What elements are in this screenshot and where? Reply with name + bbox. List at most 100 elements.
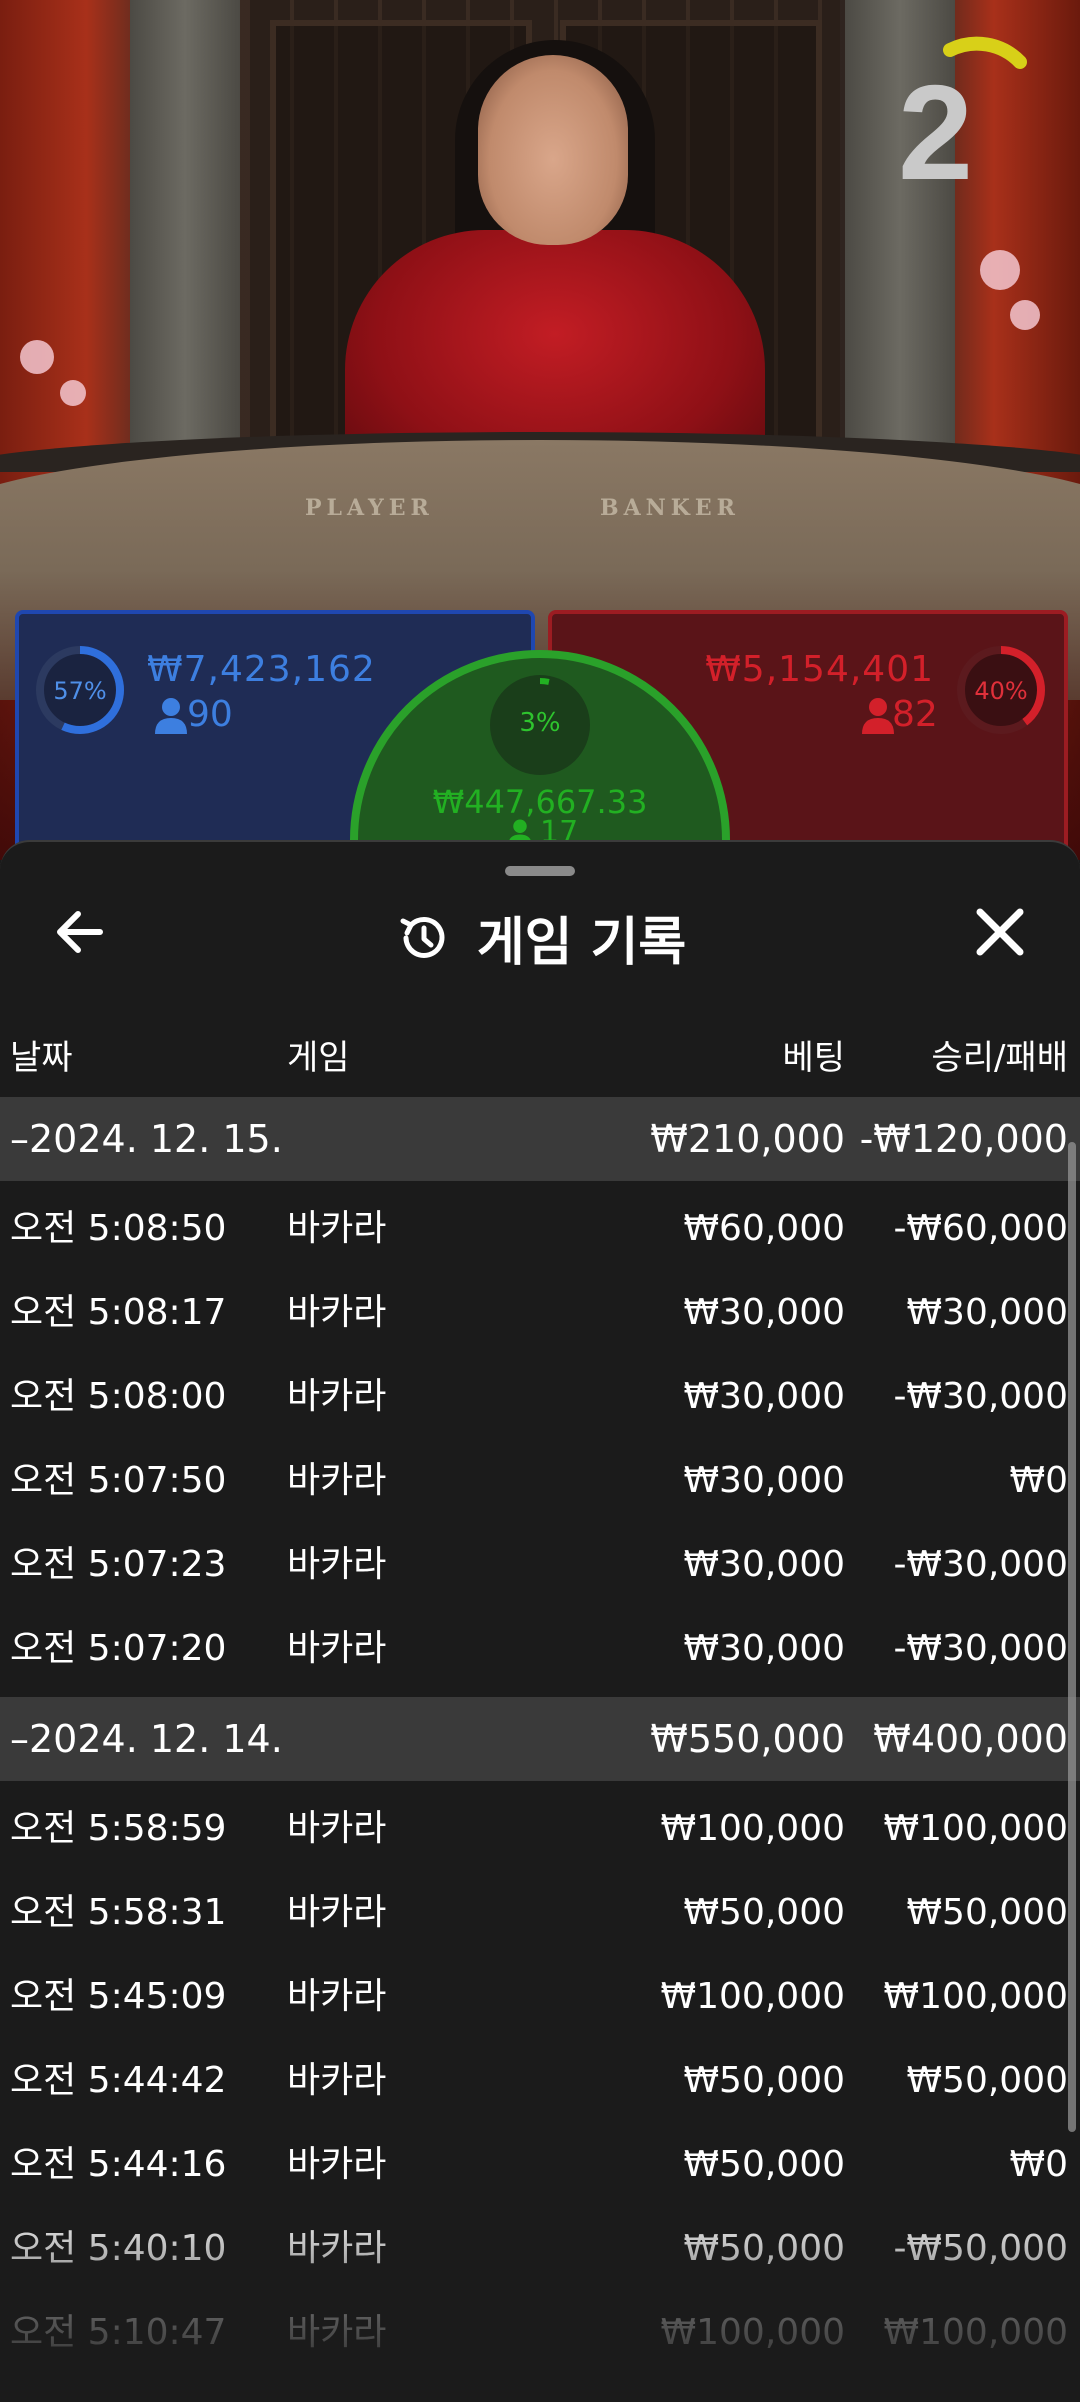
round-result: ₩0 bbox=[1009, 1460, 1069, 1501]
round-game: 바카라 bbox=[287, 1376, 387, 1417]
close-button[interactable] bbox=[960, 892, 1040, 972]
history-row[interactable]: 오전 5:08:00 바카라 ₩30,000 -₩30,000 bbox=[0, 1355, 1080, 1439]
round-game: 바카라 bbox=[287, 1544, 387, 1585]
round-bet: ₩50,000 bbox=[683, 1892, 845, 1933]
blossom-decoration bbox=[1010, 300, 1040, 330]
history-row[interactable]: 오전 5:58:59 바카라 ₩100,000 ₩100,000 bbox=[0, 1787, 1080, 1871]
column-header-date: 날짜 bbox=[10, 1038, 73, 1078]
round-game: 바카라 bbox=[287, 2312, 387, 2353]
round-result: ₩50,000 bbox=[906, 1892, 1068, 1933]
pillar bbox=[130, 0, 240, 470]
round-game: 바카라 bbox=[287, 1208, 387, 1249]
round-result: ₩50,000 bbox=[906, 2060, 1068, 2101]
round-result: ₩0 bbox=[1009, 2144, 1069, 2185]
history-row[interactable]: 오전 5:40:10 바카라 ₩50,000 -₩50,000 bbox=[0, 2207, 1080, 2291]
game-history-sheet: 게임 기록 날짜 게임 베팅 승리/패배 –2024. 12. 15. ₩210… bbox=[0, 840, 1080, 2402]
close-icon bbox=[976, 908, 1024, 956]
round-result: -₩50,000 bbox=[893, 2228, 1068, 2269]
banker-total-amount: ₩5,154,401 bbox=[705, 649, 934, 690]
round-game: 바카라 bbox=[287, 2228, 387, 2269]
banker-count: 82 bbox=[892, 694, 938, 735]
history-row[interactable]: 오전 5:10:47 바카라 ₩100,000 ₩100,000 bbox=[0, 2291, 1080, 2375]
group-date: –2024. 12. 15. bbox=[10, 1117, 283, 1161]
sheet-header: 게임 기록 bbox=[0, 900, 1080, 973]
tie-percent: 3% bbox=[519, 708, 561, 738]
felt-label-banker: BANKER bbox=[600, 495, 740, 521]
dealer-face bbox=[478, 55, 628, 245]
round-game: 바카라 bbox=[287, 1292, 387, 1333]
round-bet: ₩100,000 bbox=[660, 1976, 845, 2017]
history-row[interactable]: 오전 5:07:23 바카라 ₩30,000 -₩30,000 bbox=[0, 1523, 1080, 1607]
round-game: 바카라 bbox=[287, 1892, 387, 1933]
history-row[interactable]: 오전 5:45:09 바카라 ₩100,000 ₩100,000 bbox=[0, 1955, 1080, 2039]
group-bet-total: ₩210,000 bbox=[650, 1117, 845, 1161]
round-game: 바카라 bbox=[287, 1808, 387, 1849]
round-bet: ₩60,000 bbox=[683, 1208, 845, 1249]
person-icon bbox=[151, 696, 191, 736]
round-time: 오전 5:07:20 bbox=[10, 1628, 227, 1669]
round-time: 오전 5:40:10 bbox=[10, 2228, 227, 2269]
countdown-number: 2 bbox=[898, 57, 974, 208]
scrollbar[interactable] bbox=[1068, 1142, 1076, 2132]
column-header-game: 게임 bbox=[287, 1038, 350, 1078]
round-time: 오전 5:10:47 bbox=[10, 2312, 227, 2353]
round-bet: ₩30,000 bbox=[683, 1628, 845, 1669]
round-time: 오전 5:07:50 bbox=[10, 1460, 227, 1501]
group-bet-total: ₩550,000 bbox=[650, 1717, 845, 1761]
round-time: 오전 5:45:09 bbox=[10, 1976, 227, 2017]
felt-label-player: PLAYER bbox=[305, 495, 434, 521]
history-row[interactable]: 오전 5:07:20 바카라 ₩30,000 -₩30,000 bbox=[0, 1607, 1080, 1691]
round-bet: ₩50,000 bbox=[683, 2228, 845, 2269]
group-result-total: ₩400,000 bbox=[873, 1717, 1068, 1761]
round-time: 오전 5:08:17 bbox=[10, 1292, 227, 1333]
round-time: 오전 5:44:42 bbox=[10, 2060, 227, 2101]
history-row[interactable]: 오전 5:08:50 바카라 ₩60,000 -₩60,000 bbox=[0, 1187, 1080, 1271]
round-time: 오전 5:58:59 bbox=[10, 1808, 227, 1849]
blossom-decoration bbox=[60, 380, 86, 406]
round-game: 바카라 bbox=[287, 1628, 387, 1669]
round-game: 바카라 bbox=[287, 1460, 387, 1501]
history-row[interactable]: 오전 5:44:42 바카라 ₩50,000 ₩50,000 bbox=[0, 2039, 1080, 2123]
round-bet: ₩50,000 bbox=[683, 2060, 845, 2101]
history-row[interactable]: 오전 5:44:16 바카라 ₩50,000 ₩0 bbox=[0, 2123, 1080, 2207]
round-game: 바카라 bbox=[287, 2144, 387, 2185]
round-bet: ₩30,000 bbox=[683, 1460, 845, 1501]
round-time: 오전 5:08:00 bbox=[10, 1376, 227, 1417]
history-row[interactable]: 오전 5:07:50 바카라 ₩30,000 ₩0 bbox=[0, 1439, 1080, 1523]
round-result: ₩30,000 bbox=[906, 1292, 1068, 1333]
player-percent: 57% bbox=[53, 677, 107, 705]
column-header-bet: 베팅 bbox=[782, 1038, 845, 1078]
column-header-result: 승리/패배 bbox=[931, 1038, 1068, 1078]
banker-percent: 40% bbox=[974, 677, 1028, 705]
round-result: -₩30,000 bbox=[893, 1544, 1068, 1585]
round-time: 오전 5:44:16 bbox=[10, 2144, 227, 2185]
blossom-decoration bbox=[980, 250, 1020, 290]
round-bet: ₩100,000 bbox=[660, 2312, 845, 2353]
round-bet: ₩50,000 bbox=[683, 2144, 845, 2185]
player-total-amount: ₩7,423,162 bbox=[147, 649, 376, 690]
round-result: ₩100,000 bbox=[883, 1808, 1068, 1849]
round-time: 오전 5:07:23 bbox=[10, 1544, 227, 1585]
round-game: 바카라 bbox=[287, 2060, 387, 2101]
drag-handle[interactable] bbox=[505, 866, 575, 876]
round-result: -₩30,000 bbox=[893, 1628, 1068, 1669]
round-bet: ₩100,000 bbox=[660, 1808, 845, 1849]
group-date: –2024. 12. 14. bbox=[10, 1717, 283, 1761]
round-result: ₩100,000 bbox=[883, 1976, 1068, 2017]
blossom-decoration bbox=[20, 340, 54, 374]
round-time: 오전 5:58:31 bbox=[10, 1892, 227, 1933]
round-time: 오전 5:08:50 bbox=[10, 1208, 227, 1249]
round-bet: ₩30,000 bbox=[683, 1376, 845, 1417]
round-result: ₩100,000 bbox=[883, 2312, 1068, 2353]
date-group-row[interactable]: –2024. 12. 15. ₩210,000 -₩120,000 bbox=[0, 1097, 1080, 1181]
history-icon bbox=[400, 916, 445, 958]
date-group-row[interactable]: –2024. 12. 14. ₩550,000 ₩400,000 bbox=[0, 1697, 1080, 1781]
history-row[interactable]: 오전 5:58:31 바카라 ₩50,000 ₩50,000 bbox=[0, 1871, 1080, 1955]
round-result: -₩60,000 bbox=[893, 1208, 1068, 1249]
round-bet: ₩30,000 bbox=[683, 1544, 845, 1585]
round-result: -₩30,000 bbox=[893, 1376, 1068, 1417]
player-count: 90 bbox=[187, 694, 233, 735]
history-list[interactable]: –2024. 12. 15. ₩210,000 -₩120,000 오전 5:0… bbox=[0, 1097, 1080, 2375]
round-game: 바카라 bbox=[287, 1976, 387, 2017]
history-row[interactable]: 오전 5:08:17 바카라 ₩30,000 ₩30,000 bbox=[0, 1271, 1080, 1355]
